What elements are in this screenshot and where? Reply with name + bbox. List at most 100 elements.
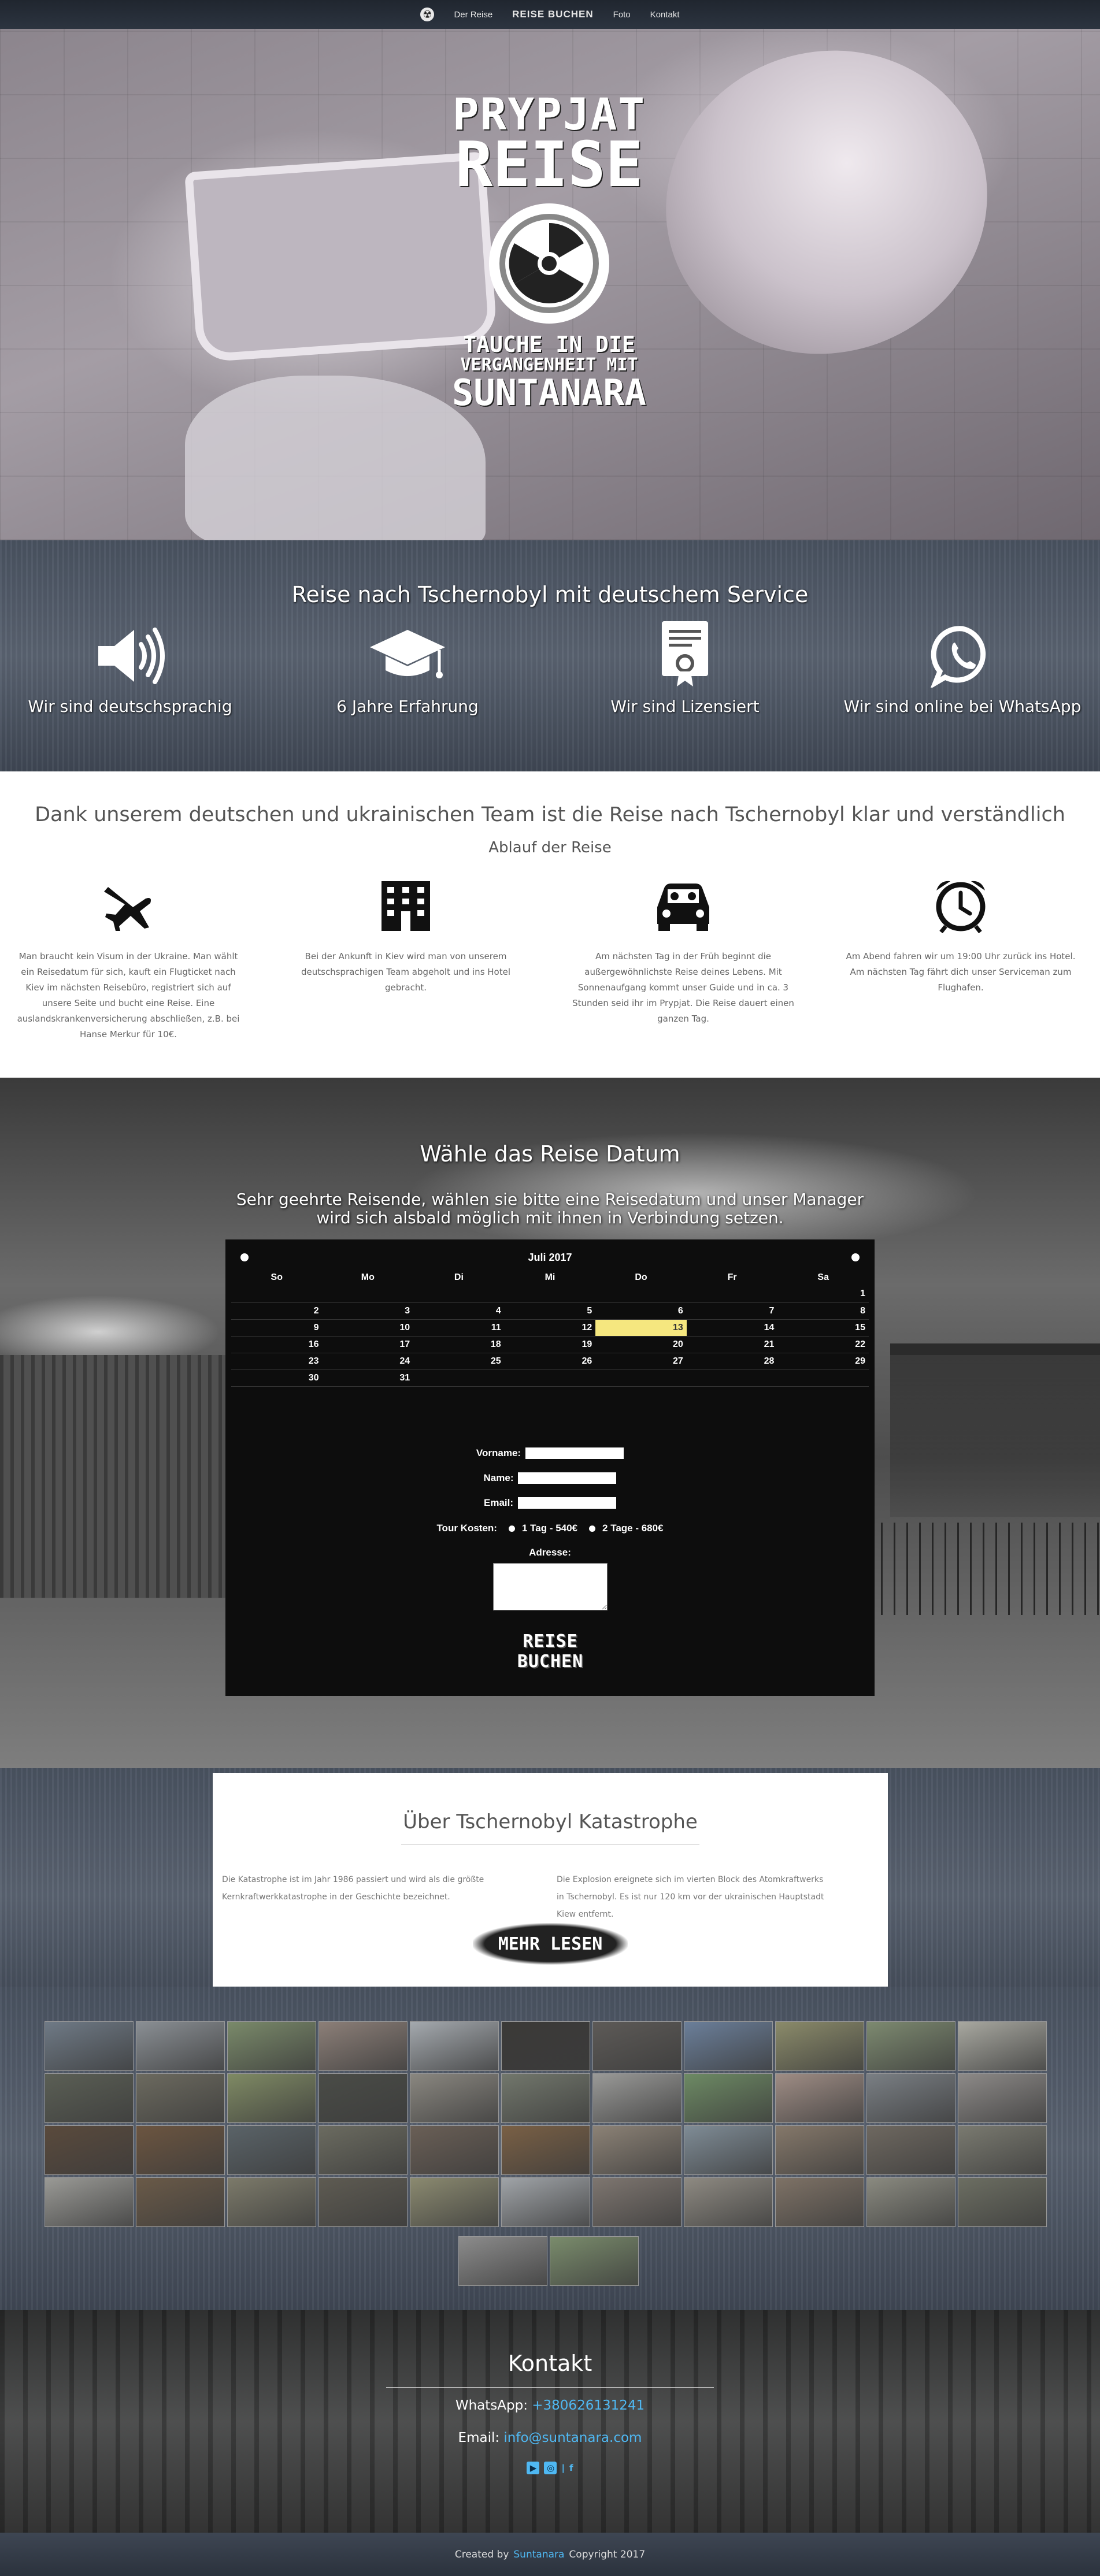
calendar-day[interactable]: 1 (777, 1286, 869, 1303)
calendar-day[interactable]: 21 (686, 1336, 778, 1353)
option-1-radio[interactable] (508, 1525, 515, 1532)
gallery-photo[interactable] (684, 2177, 773, 2227)
gallery-photo[interactable] (866, 2125, 955, 2175)
gallery-photo[interactable] (45, 2177, 134, 2227)
gallery-photo[interactable] (775, 2073, 864, 2123)
nav-foto[interactable]: Foto (613, 10, 631, 20)
radiation-icon[interactable]: ☢ (420, 8, 435, 21)
calendar-day[interactable]: 16 (231, 1336, 323, 1353)
gallery-photo[interactable] (227, 2021, 316, 2071)
gallery-photo[interactable] (136, 2021, 225, 2071)
whatsapp-link[interactable]: +380626131241 (532, 2398, 645, 2413)
calendar-day[interactable]: 20 (595, 1336, 687, 1353)
calendar-day[interactable]: 9 (231, 1319, 323, 1337)
gallery-photo[interactable] (550, 2236, 639, 2286)
footer-author-link[interactable]: Suntanara (513, 2549, 564, 2560)
gallery-photo[interactable] (592, 2073, 682, 2123)
calendar-day[interactable]: 11 (413, 1319, 505, 1337)
calendar-day[interactable]: 14 (686, 1319, 778, 1337)
gallery-photo[interactable] (684, 2021, 773, 2071)
calendar-day[interactable]: 30 (231, 1369, 323, 1387)
first-name-input[interactable] (525, 1447, 624, 1459)
email-input[interactable] (518, 1497, 617, 1509)
gallery-photo[interactable] (318, 2125, 408, 2175)
calendar-day[interactable]: 2 (231, 1302, 323, 1320)
facebook-icon[interactable]: f (569, 2462, 573, 2474)
gallery-photo[interactable] (775, 2021, 864, 2071)
feature-licensed: Wir sind Lizensiert (564, 618, 806, 716)
nav-der-reise[interactable]: Der Reise (454, 10, 492, 20)
option-2-radio[interactable] (589, 1525, 596, 1532)
instagram-icon[interactable]: ◎ (544, 2462, 557, 2474)
calendar-day[interactable]: 18 (413, 1336, 505, 1353)
calendar-day[interactable]: 22 (777, 1336, 869, 1353)
calendar-day-selected[interactable]: 13 (595, 1319, 687, 1337)
nav-reise-buchen[interactable]: REISE BUCHEN (512, 9, 593, 20)
gallery-photo[interactable] (501, 2125, 590, 2175)
calendar-day[interactable]: 26 (504, 1353, 596, 1370)
email-link[interactable]: info@suntanara.com (503, 2430, 642, 2445)
calendar-day[interactable]: 19 (504, 1336, 596, 1353)
calendar-prev-button[interactable] (240, 1253, 249, 1261)
gallery-photo[interactable] (866, 2177, 955, 2227)
gallery-photo[interactable] (592, 2021, 682, 2071)
gallery-photo[interactable] (227, 2125, 316, 2175)
gallery-photo[interactable] (684, 2073, 773, 2123)
calendar-day[interactable]: 23 (231, 1353, 323, 1370)
gallery-photo[interactable] (136, 2073, 225, 2123)
calendar-day[interactable]: 24 (322, 1353, 414, 1370)
gallery-photo[interactable] (958, 2021, 1047, 2071)
gallery-photo[interactable] (410, 2073, 499, 2123)
gallery-photo[interactable] (410, 2125, 499, 2175)
gallery-photo[interactable] (45, 2125, 134, 2175)
gallery-photo[interactable] (45, 2021, 134, 2071)
youtube-icon[interactable]: ▶ (527, 2462, 540, 2474)
gallery-photo[interactable] (958, 2073, 1047, 2123)
calendar-day[interactable]: 8 (777, 1302, 869, 1320)
gallery-photo[interactable] (227, 2073, 316, 2123)
gallery-photo[interactable] (501, 2177, 590, 2227)
gallery-photo[interactable] (958, 2177, 1047, 2227)
mehr-lesen-button[interactable]: MEHR LESEN (473, 1923, 628, 1965)
calendar-day[interactable]: 28 (686, 1353, 778, 1370)
gallery-photo[interactable] (501, 2021, 590, 2071)
gallery-photo[interactable] (866, 2021, 955, 2071)
address-textarea[interactable] (493, 1563, 608, 1610)
gallery-photo[interactable] (227, 2177, 316, 2227)
calendar-day[interactable]: 15 (777, 1319, 869, 1337)
nav-kontakt[interactable]: Kontakt (650, 10, 680, 20)
gallery-photo[interactable] (136, 2177, 225, 2227)
calendar-day[interactable]: 5 (504, 1302, 596, 1320)
gallery-photo[interactable] (775, 2125, 864, 2175)
calendar-day[interactable]: 10 (322, 1319, 414, 1337)
gallery-photo[interactable] (45, 2073, 134, 2123)
gallery-photo[interactable] (318, 2177, 408, 2227)
gallery-photo[interactable] (318, 2073, 408, 2123)
gallery-photo[interactable] (136, 2125, 225, 2175)
calendar-day[interactable]: 27 (595, 1353, 687, 1370)
calendar-day[interactable]: 25 (413, 1353, 505, 1370)
calendar-day[interactable]: 17 (322, 1336, 414, 1353)
gallery-photo[interactable] (592, 2125, 682, 2175)
calendar-day[interactable]: 6 (595, 1302, 687, 1320)
name-input[interactable] (518, 1472, 617, 1484)
calendar-day[interactable]: 3 (322, 1302, 414, 1320)
gallery-photo[interactable] (958, 2125, 1047, 2175)
calendar-day[interactable]: 31 (322, 1369, 414, 1387)
gallery-photo[interactable] (458, 2236, 547, 2286)
gallery-photo[interactable] (866, 2073, 955, 2123)
calendar-day[interactable]: 29 (777, 1353, 869, 1370)
gallery-photo[interactable] (410, 2177, 499, 2227)
reise-buchen-button[interactable]: REISE BUCHEN (489, 1631, 612, 1672)
calendar-day[interactable]: 7 (686, 1302, 778, 1320)
gallery-photo[interactable] (410, 2021, 499, 2071)
gallery-photo[interactable] (318, 2021, 408, 2071)
email-row: Email: (225, 1497, 875, 1509)
gallery-photo[interactable] (684, 2125, 773, 2175)
gallery-photo[interactable] (501, 2073, 590, 2123)
calendar-day[interactable]: 12 (504, 1319, 596, 1337)
calendar-day[interactable]: 4 (413, 1302, 505, 1320)
gallery-photo[interactable] (592, 2177, 682, 2227)
gallery-photo[interactable] (775, 2177, 864, 2227)
calendar-next-button[interactable] (851, 1253, 860, 1261)
